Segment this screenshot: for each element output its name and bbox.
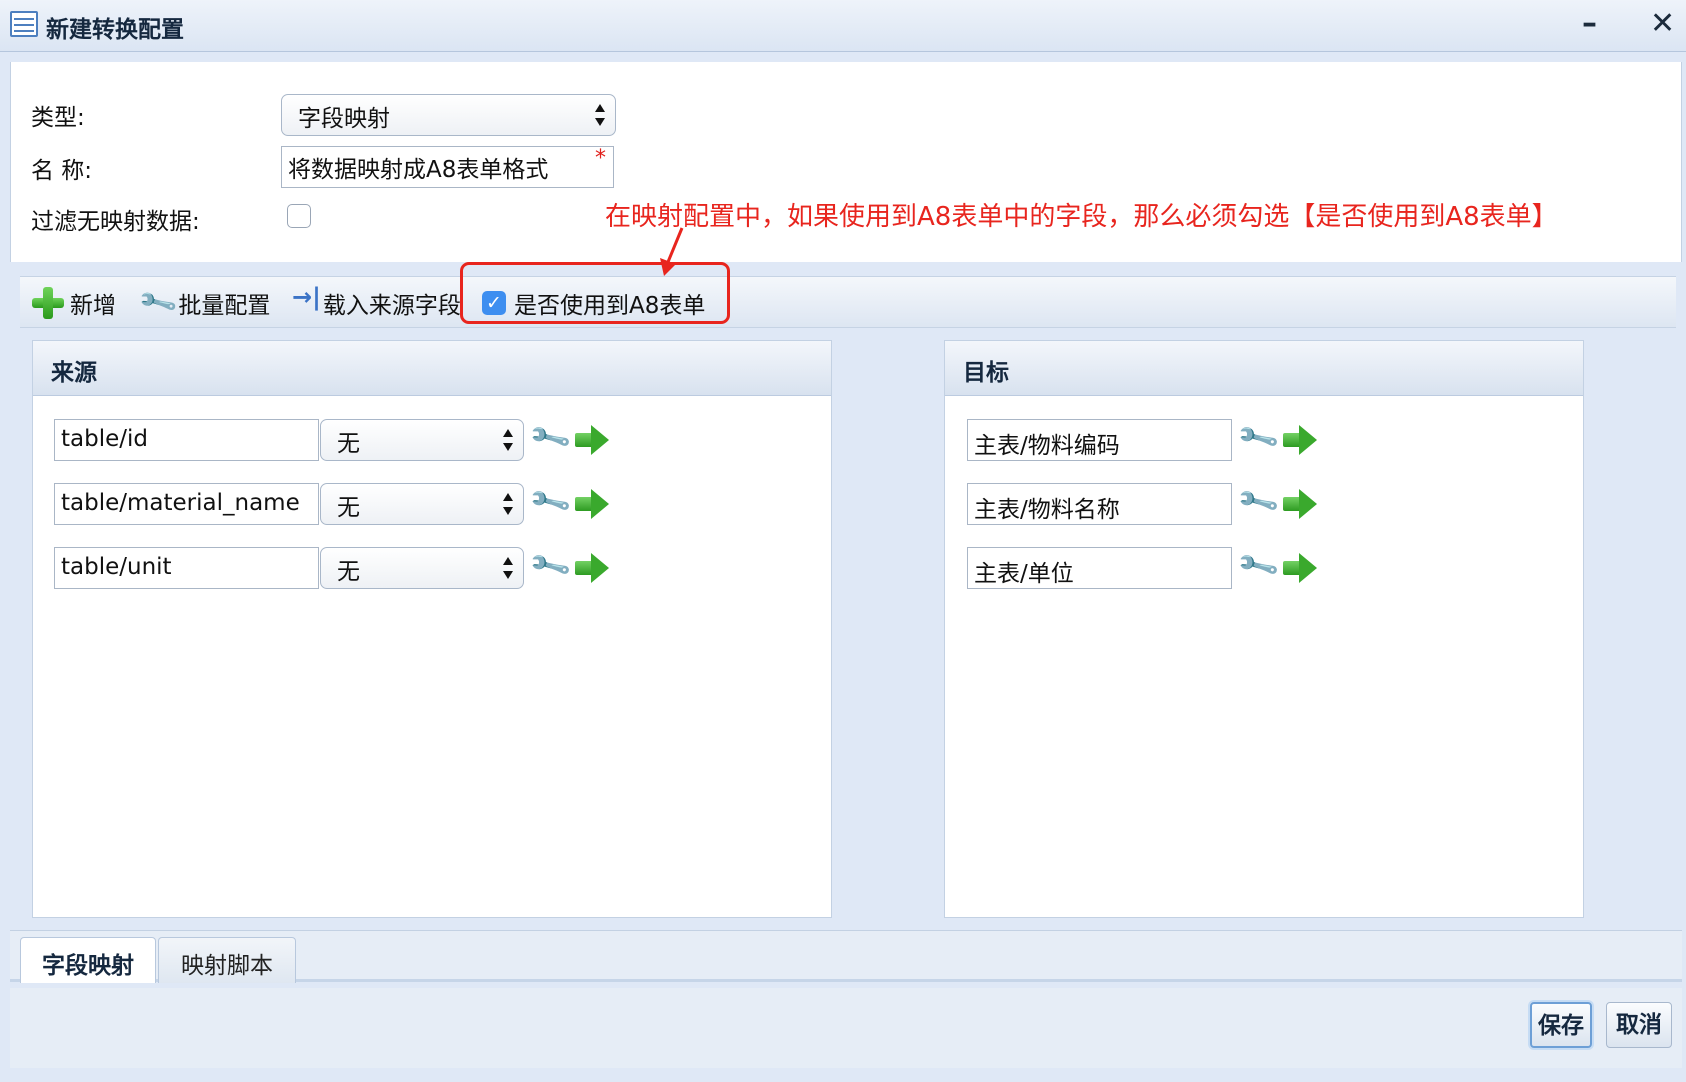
add-button[interactable]: 新增 [32,283,116,323]
select-arrows-icon [503,429,514,451]
batch-config-label: 批量配置 [178,293,271,319]
wrench-icon[interactable]: 🔧 [1235,543,1282,589]
wrench-icon[interactable]: 🔧 [527,543,574,589]
wrench-icon[interactable]: 🔧 [527,479,574,525]
source-transform-select[interactable]: 无 [320,419,524,461]
save-button[interactable]: 保存 [1530,1002,1592,1048]
config-form: 类型: 字段映射 名 称: * 过滤无映射数据: 在映射配置中，如果使用到A8表… [10,62,1682,262]
filter-checkbox[interactable] [287,204,311,228]
target-panel: 目标 主表/物料编码 🔧 主表/物料名称 🔧 主表/单位 🔧 [944,340,1584,918]
source-field-input[interactable]: table/material_name [54,483,319,525]
green-arrow-icon[interactable] [575,489,609,519]
target-field-input[interactable]: 主表/单位 [967,547,1232,589]
green-plus-icon [32,287,64,319]
source-transform-select[interactable]: 无 [320,483,524,525]
source-transform-value: 无 [337,495,360,521]
green-arrow-icon[interactable] [1283,425,1317,455]
mapping-toolbar: 新增 🔧 批量配置 →| 载入来源字段 ✓ 是否使用到A8表单 [20,276,1676,328]
select-arrows-icon [595,104,606,126]
wrench-icon[interactable]: 🔧 [527,415,574,461]
source-panel: 来源 table/id 无 🔧 table/material_name 无 🔧 … [32,340,832,918]
required-marker: * [595,146,606,171]
green-arrow-icon[interactable] [1283,553,1317,583]
dialog-footer [10,988,1682,1068]
window-titlebar: 新建转换配置 – ✕ [0,0,1686,52]
green-arrow-icon[interactable] [575,425,609,455]
load-source-fields-label: 载入来源字段 [322,293,461,319]
wrench-icon[interactable]: 🔧 [1235,479,1282,525]
source-field-input[interactable]: table/unit [54,547,319,589]
table-window-icon [10,11,38,37]
type-select-value: 字段映射 [298,106,390,132]
name-input[interactable] [281,146,614,188]
annotation-text: 在映射配置中，如果使用到A8表单中的字段，那么必须勾选【是否使用到A8表单】 [605,202,1558,232]
add-button-label: 新增 [70,293,116,319]
select-arrows-icon [503,557,514,579]
source-transform-value: 无 [337,431,360,457]
source-transform-value: 无 [337,559,360,585]
wrench-icon: 🔧 [136,281,180,325]
target-panel-title: 目标 [945,341,1583,396]
filter-label: 过滤无映射数据: [31,209,200,235]
close-button[interactable]: ✕ [1650,6,1675,42]
source-transform-select[interactable]: 无 [320,547,524,589]
type-label: 类型: [31,105,85,131]
source-panel-title: 来源 [33,341,831,396]
name-label: 名 称: [31,158,93,184]
select-arrows-icon [503,493,514,515]
load-source-fields-button[interactable]: →| 载入来源字段 [292,283,482,323]
annotation-highlight-box [460,262,730,324]
source-field-input[interactable]: table/id [54,419,319,461]
load-arrow-icon: →| [292,283,321,311]
wrench-icon[interactable]: 🔧 [1235,415,1282,461]
green-arrow-icon[interactable] [575,553,609,583]
batch-config-button[interactable]: 🔧 批量配置 [137,282,271,324]
target-field-input[interactable]: 主表/物料编码 [967,419,1232,461]
minimize-button[interactable]: – [1582,6,1597,42]
tab-mapping-script[interactable]: 映射脚本 [158,937,296,983]
type-select[interactable]: 字段映射 [281,94,616,136]
window-title: 新建转换配置 [46,17,184,43]
cancel-button[interactable]: 取消 [1606,1002,1672,1048]
green-arrow-icon[interactable] [1283,489,1317,519]
tab-field-mapping[interactable]: 字段映射 [20,937,156,983]
target-field-input[interactable]: 主表/物料名称 [967,483,1232,525]
bottom-tabstrip: 字段映射 映射脚本 [10,930,1682,983]
